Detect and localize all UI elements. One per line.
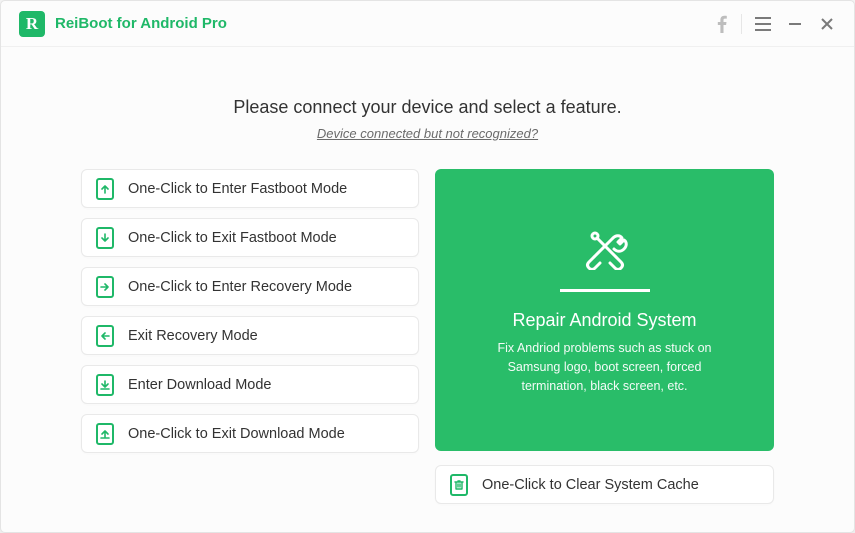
right-column: Repair Android System Fix Andriod proble…	[435, 169, 774, 504]
option-label: One-Click to Enter Fastboot Mode	[128, 181, 347, 197]
option-label: One-Click to Exit Download Mode	[128, 426, 345, 442]
feature-grid: One-Click to Enter Fastboot Mode One-Cli…	[81, 169, 774, 504]
phone-download-icon	[96, 374, 114, 396]
tools-icon	[579, 224, 631, 275]
feature-list: One-Click to Enter Fastboot Mode One-Cli…	[81, 169, 419, 504]
main-content: Please connect your device and select a …	[1, 47, 854, 532]
phone-trash-icon	[450, 474, 468, 496]
enter-recovery-button[interactable]: One-Click to Enter Recovery Mode	[81, 267, 419, 306]
exit-download-button[interactable]: One-Click to Exit Download Mode	[81, 414, 419, 453]
app-window: R ReiBoot for Android Pro Please connect…	[0, 0, 855, 533]
phone-left-arrow-icon	[96, 325, 114, 347]
minimize-button[interactable]	[780, 9, 810, 39]
titlebar: R ReiBoot for Android Pro	[1, 1, 854, 47]
app-logo: R	[19, 11, 45, 37]
option-label: One-Click to Exit Fastboot Mode	[128, 230, 337, 246]
titlebar-divider	[741, 14, 742, 34]
repair-android-button[interactable]: Repair Android System Fix Andriod proble…	[435, 169, 774, 451]
app-title: ReiBoot for Android Pro	[55, 15, 227, 32]
help-link[interactable]: Device connected but not recognized?	[81, 126, 774, 141]
logo-letter: R	[26, 14, 38, 34]
option-label: Exit Recovery Mode	[128, 328, 258, 344]
hero-divider	[560, 289, 650, 292]
phone-upload-icon	[96, 423, 114, 445]
option-label: One-Click to Enter Recovery Mode	[128, 279, 352, 295]
menu-icon[interactable]	[748, 9, 778, 39]
facebook-icon[interactable]	[707, 9, 737, 39]
phone-down-arrow-icon	[96, 227, 114, 249]
phone-up-arrow-icon	[96, 178, 114, 200]
phone-right-arrow-icon	[96, 276, 114, 298]
clear-cache-button[interactable]: One-Click to Clear System Cache	[435, 465, 774, 504]
option-label: Enter Download Mode	[128, 377, 271, 393]
page-heading: Please connect your device and select a …	[81, 97, 774, 118]
exit-fastboot-button[interactable]: One-Click to Exit Fastboot Mode	[81, 218, 419, 257]
option-label: One-Click to Clear System Cache	[482, 477, 699, 493]
hero-description: Fix Andriod problems such as stuck on Sa…	[475, 339, 734, 395]
exit-recovery-button[interactable]: Exit Recovery Mode	[81, 316, 419, 355]
hero-title: Repair Android System	[512, 310, 696, 331]
enter-download-button[interactable]: Enter Download Mode	[81, 365, 419, 404]
enter-fastboot-button[interactable]: One-Click to Enter Fastboot Mode	[81, 169, 419, 208]
close-button[interactable]	[812, 9, 842, 39]
